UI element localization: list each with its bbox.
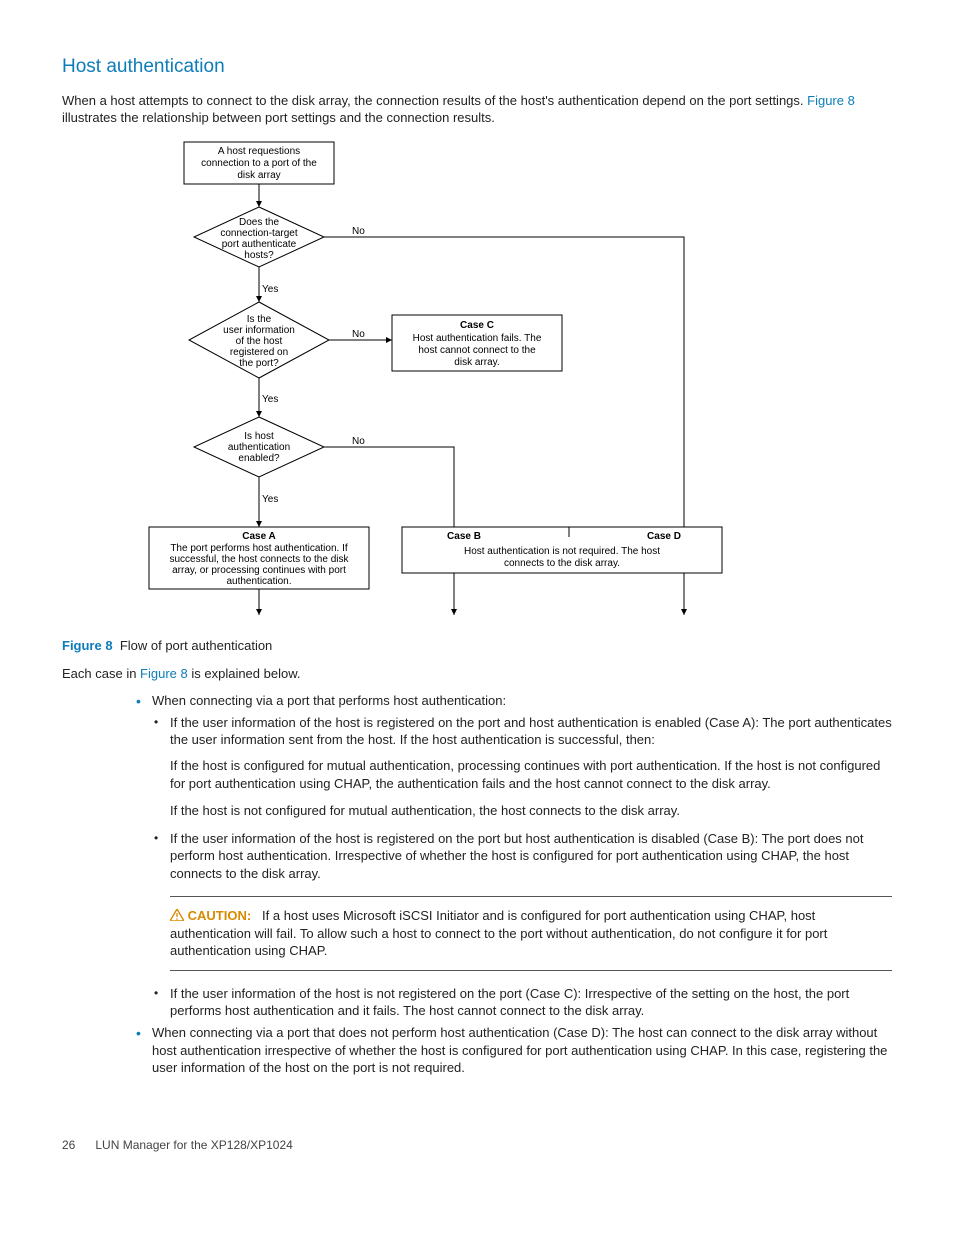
bullet-case-a: If the user information of the host is r… xyxy=(170,715,892,748)
flow-caseBD-l1: Host authentication is not required. The… xyxy=(464,546,660,557)
case-a-detail-1: If the host is configured for mutual aut… xyxy=(170,757,892,792)
flow-d1-yes: Yes xyxy=(262,284,278,295)
after-fig-post: is explained below. xyxy=(188,666,301,681)
caution-label: CAUTION: xyxy=(188,908,252,923)
page-number: 26 xyxy=(62,1138,75,1152)
case-a-detail-2: If the host is not configured for mutual… xyxy=(170,802,892,820)
flow-d2-l1: Is the xyxy=(247,314,272,325)
figure-title: Flow of port authentication xyxy=(120,638,272,653)
caution-text: If a host uses Microsoft iSCSI Initiator… xyxy=(170,908,827,958)
flow-caseC-l3: disk array. xyxy=(454,357,499,368)
list-item: When connecting via a port that does not… xyxy=(134,1024,892,1077)
list-item: If the user information of the host is r… xyxy=(152,830,892,883)
figure-8-link-2[interactable]: Figure 8 xyxy=(140,666,188,681)
flow-caseC-l2: host cannot connect to the xyxy=(418,345,536,356)
flow-caseBD-l2: connects to the disk array. xyxy=(504,558,620,569)
flow-n1-l1: A host requestions xyxy=(218,146,300,157)
figure-caption: Figure 8 Flow of port authentication xyxy=(62,637,892,655)
section-heading: Host authentication xyxy=(62,54,892,80)
caution-block: CAUTION: If a host uses Microsoft iSCSI … xyxy=(170,896,892,971)
flow-d1-l1: Does the xyxy=(239,217,279,228)
flow-caseA-l3: array, or processing continues with port xyxy=(172,565,346,576)
flow-n1-l2: connection to a port of the xyxy=(201,158,317,169)
flow-caseD-title: Case D xyxy=(647,531,681,542)
list-item: If the user information of the host is n… xyxy=(152,985,892,1020)
figure-8-link[interactable]: Figure 8 xyxy=(807,93,855,108)
flow-d2-no: No xyxy=(352,329,365,340)
flow-caseA-l2: successful, the host connects to the dis… xyxy=(170,554,350,565)
intro-text-b: illustrates the relationship between por… xyxy=(62,110,495,125)
flow-d2-l2: user information xyxy=(223,325,295,336)
flow-d3-l3: enabled? xyxy=(238,453,280,464)
flow-caseA-l1: The port performs host authentication. I… xyxy=(170,543,348,554)
flow-n1-l3: disk array xyxy=(237,170,280,181)
bullet-case-d: When connecting via a port that does not… xyxy=(152,1025,887,1075)
flow-d2-l5: the port? xyxy=(239,358,279,369)
flow-d2-yes: Yes xyxy=(262,394,278,405)
flow-caseA-l4: authentication. xyxy=(226,576,291,587)
flow-d3-no: No xyxy=(352,436,365,447)
list-item: When connecting via a port that performs… xyxy=(134,692,892,1020)
bullet-host-auth-port: When connecting via a port that performs… xyxy=(152,693,506,708)
intro-text-a: When a host attempts to connect to the d… xyxy=(62,93,807,108)
flow-d2-l3: of the host xyxy=(236,336,283,347)
flow-caseC-title: Case C xyxy=(460,320,494,331)
flow-d1-l2: connection-target xyxy=(220,228,297,239)
flow-d3-yes: Yes xyxy=(262,494,278,505)
intro-paragraph: When a host attempts to connect to the d… xyxy=(62,92,892,127)
flow-d1-no: No xyxy=(352,226,365,237)
footer-doc-title: LUN Manager for the XP128/XP1024 xyxy=(95,1138,292,1152)
flowchart: .bx { fill:#fff; stroke:#000; stroke-wid… xyxy=(134,137,892,632)
caution-icon xyxy=(170,909,184,921)
flow-caseA-title: Case A xyxy=(242,531,276,542)
bullet-case-b: If the user information of the host is r… xyxy=(170,831,864,881)
flow-d3-l2: authentication xyxy=(228,442,290,453)
list-item: If the user information of the host is r… xyxy=(152,714,892,820)
figure-number: Figure 8 xyxy=(62,638,113,653)
flow-d3-l1: Is host xyxy=(244,431,274,442)
flow-caseC-l1: Host authentication fails. The xyxy=(413,333,542,344)
flow-d1-l3: port authenticate xyxy=(222,239,297,250)
page-footer: 26 LUN Manager for the XP128/XP1024 xyxy=(62,1137,892,1153)
bullet-case-c: If the user information of the host is n… xyxy=(170,986,849,1019)
flow-d2-l4: registered on xyxy=(230,347,288,358)
after-fig-pre: Each case in xyxy=(62,666,140,681)
flow-caseB-title: Case B xyxy=(447,531,481,542)
flow-d1-l4: hosts? xyxy=(244,250,274,261)
after-figure-intro: Each case in Figure 8 is explained below… xyxy=(62,665,892,683)
